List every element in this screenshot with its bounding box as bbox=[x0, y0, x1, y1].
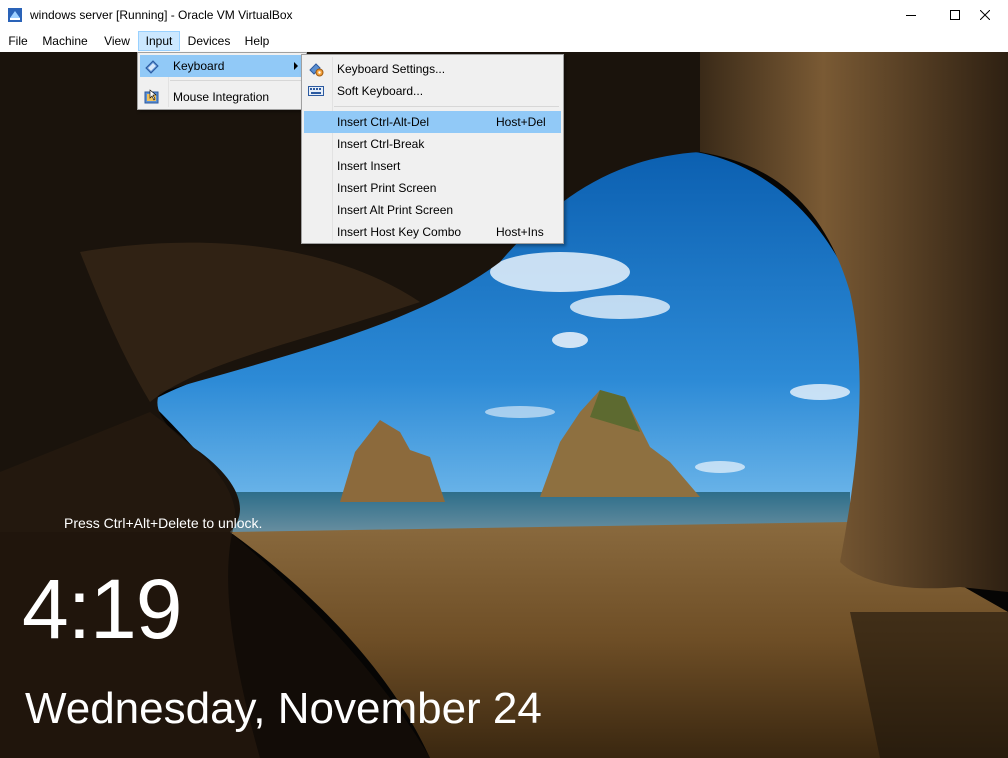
soft-keyboard-label: Soft Keyboard... bbox=[337, 84, 424, 98]
minimize-icon bbox=[906, 15, 916, 16]
title-bar: windows server [Running] - Oracle VM Vir… bbox=[0, 0, 1008, 30]
unlock-hint: Press Ctrl+Alt+Delete to unlock. bbox=[64, 515, 263, 531]
mouse-integration-label: Mouse Integration bbox=[173, 90, 270, 104]
menu-devices[interactable]: Devices bbox=[184, 31, 234, 51]
window-title: windows server [Running] - Oracle VM Vir… bbox=[30, 8, 293, 22]
insert-ctrl-break-label: Insert Ctrl-Break bbox=[337, 137, 425, 151]
menu-input[interactable]: Input bbox=[138, 31, 180, 51]
menu-separator bbox=[334, 106, 559, 107]
lockscreen-date: Wednesday, November 24 bbox=[25, 684, 542, 733]
insert-host-key-combo-label: Insert Host Key Combo bbox=[337, 225, 462, 239]
keyboard-settings-label: Keyboard Settings... bbox=[337, 62, 446, 76]
keyboard-settings-item[interactable]: Keyboard Settings... bbox=[304, 58, 561, 80]
lockscreen-time: 4:19 bbox=[22, 562, 182, 656]
insert-insert-item[interactable]: Insert Insert bbox=[304, 155, 561, 177]
insert-ctrl-alt-del-shortcut: Host+Del bbox=[496, 115, 546, 129]
virtualbox-window: windows server [Running] - Oracle VM Vir… bbox=[0, 0, 1008, 758]
menu-machine[interactable]: Machine bbox=[36, 31, 94, 51]
keyboard-icon bbox=[145, 60, 159, 74]
mouse-integration-icon bbox=[144, 89, 159, 104]
maximize-icon bbox=[950, 10, 960, 20]
keyboard-submenu: Keyboard Settings... Soft Keyboard... In… bbox=[301, 54, 564, 244]
input-menu: Keyboard Mouse Integration bbox=[137, 52, 307, 110]
input-menu-mouse-integration[interactable]: Mouse Integration bbox=[140, 86, 304, 108]
menu-bar: File Machine View Input Devices Help bbox=[0, 30, 1008, 52]
input-menu-keyboard[interactable]: Keyboard bbox=[140, 55, 304, 77]
virtualbox-app-icon bbox=[8, 8, 22, 22]
menu-separator bbox=[170, 80, 302, 81]
menu-view[interactable]: View bbox=[100, 31, 134, 51]
menu-help[interactable]: Help bbox=[240, 31, 274, 51]
keyboard-settings-icon bbox=[309, 63, 324, 77]
minimize-button[interactable] bbox=[888, 0, 934, 30]
close-button[interactable] bbox=[962, 0, 1008, 30]
insert-host-key-combo-item[interactable]: Insert Host Key Combo Host+Ins bbox=[304, 221, 561, 243]
insert-alt-print-screen-label: Insert Alt Print Screen bbox=[337, 203, 454, 217]
keyboard-submenu-label: Keyboard bbox=[173, 59, 225, 73]
insert-ctrl-break-item[interactable]: Insert Ctrl-Break bbox=[304, 133, 561, 155]
insert-ctrl-alt-del-label: Insert Ctrl-Alt-Del bbox=[337, 115, 430, 129]
insert-insert-label: Insert Insert bbox=[337, 159, 401, 173]
submenu-arrow-icon bbox=[294, 62, 298, 70]
insert-print-screen-item[interactable]: Insert Print Screen bbox=[304, 177, 561, 199]
insert-ctrl-alt-del-item[interactable]: Insert Ctrl-Alt-Del Host+Del bbox=[304, 111, 561, 133]
insert-alt-print-screen-item[interactable]: Insert Alt Print Screen bbox=[304, 199, 561, 221]
menu-file[interactable]: File bbox=[4, 31, 32, 51]
close-icon bbox=[980, 10, 990, 20]
soft-keyboard-icon bbox=[308, 86, 324, 96]
insert-print-screen-label: Insert Print Screen bbox=[337, 181, 437, 195]
insert-host-key-combo-shortcut: Host+Ins bbox=[496, 225, 544, 239]
soft-keyboard-item[interactable]: Soft Keyboard... bbox=[304, 80, 561, 102]
